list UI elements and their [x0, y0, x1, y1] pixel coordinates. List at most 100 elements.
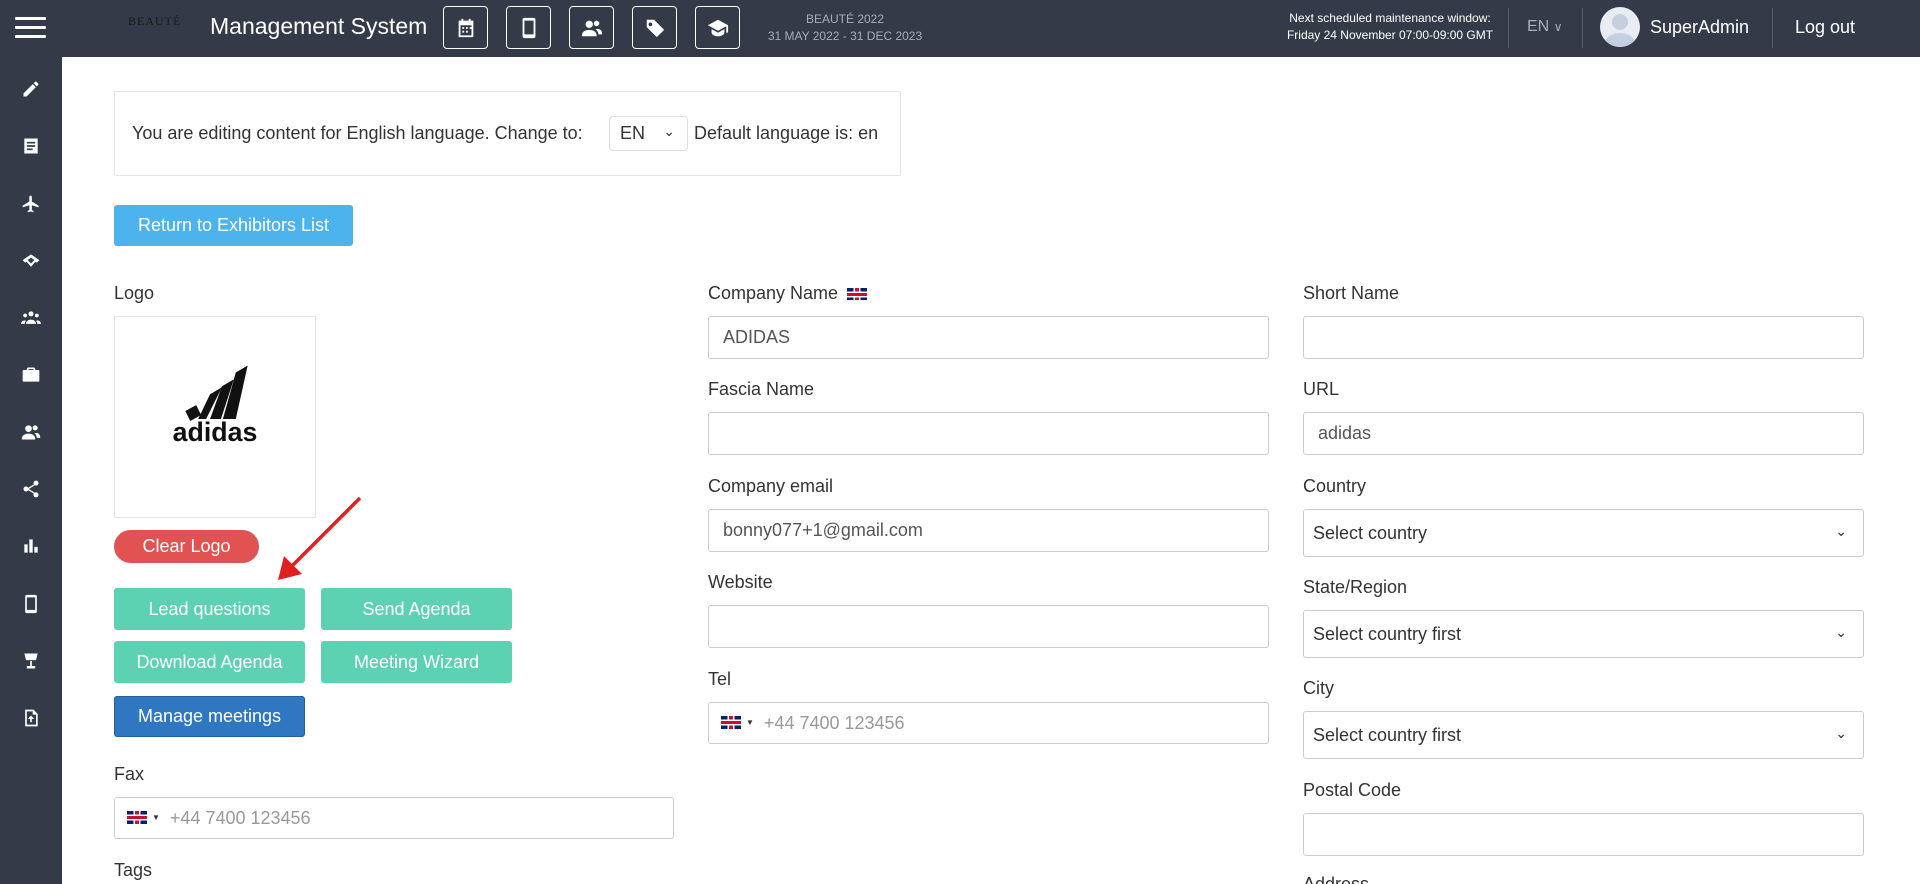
short-name-label: Short Name — [1303, 283, 1400, 303]
country-code-dropdown[interactable]: ▼ — [721, 716, 754, 729]
education-button[interactable] — [695, 6, 740, 49]
logo-preview[interactable]: adidas — [114, 316, 316, 518]
language-selector[interactable]: EN ∨ — [1527, 18, 1562, 36]
company-name-label: Company Name — [708, 283, 868, 304]
company-email-input[interactable]: bonny077+1@gmail.com — [708, 509, 1269, 552]
send-agenda-button[interactable]: Send Agenda — [321, 588, 512, 630]
language-dropdown-value: EN — [620, 123, 646, 143]
logo-label: Logo — [114, 283, 155, 303]
mobile-icon — [522, 17, 535, 38]
fascia-name-label: Fascia Name — [708, 379, 815, 399]
state-select-value: Select country first — [1313, 624, 1462, 644]
country-label: Country — [1303, 476, 1367, 496]
company-name-input[interactable]: ADIDAS — [708, 316, 1269, 359]
language-editing-text: You are editing content for English lang… — [132, 123, 583, 143]
bar-chart-icon[interactable] — [20, 535, 42, 557]
url-label: URL — [1303, 379, 1340, 399]
postal-code-input[interactable] — [1303, 813, 1864, 856]
tel-label: Tel — [708, 669, 732, 689]
tel-input[interactable]: ▼ +44 7400 123456 — [708, 702, 1269, 744]
users-icon — [581, 20, 602, 36]
fax-label: Fax — [114, 764, 145, 784]
annotation-arrow — [278, 496, 362, 580]
maintenance-line-1: Next scheduled maintenance window: — [1289, 11, 1491, 25]
pencil-icon[interactable] — [20, 78, 42, 100]
fax-placeholder: +44 7400 123456 — [169, 808, 311, 828]
users-button[interactable] — [569, 6, 614, 49]
language-dropdown[interactable]: EN ⌄ — [609, 116, 688, 151]
fascia-name-input[interactable] — [708, 412, 1269, 455]
manage-meetings-button[interactable]: Manage meetings — [114, 696, 305, 737]
postal-code-label: Postal Code — [1303, 780, 1402, 800]
website-input[interactable] — [708, 605, 1269, 648]
tag-button[interactable] — [632, 6, 677, 49]
user-name[interactable]: SuperAdmin — [1650, 17, 1749, 38]
chevron-down-icon: ⌄ — [1835, 624, 1847, 640]
mobile-icon[interactable] — [20, 593, 42, 615]
tel-placeholder: +44 7400 123456 — [763, 713, 905, 733]
maintenance-line-2: Friday 24 November 07:00-09:00 GMT — [1286, 28, 1494, 42]
chevron-down-icon: ⌄ — [663, 123, 675, 139]
graduation-cap-icon — [707, 19, 728, 36]
country-code-dropdown[interactable]: ▼ — [127, 811, 160, 824]
clear-logo-button[interactable]: Clear Logo — [114, 530, 259, 563]
users-icon[interactable] — [20, 421, 42, 443]
event-name: BEAUTÉ 2022 — [805, 12, 885, 26]
plane-icon[interactable] — [20, 193, 42, 215]
return-to-exhibitors-button[interactable]: Return to Exhibitors List — [114, 205, 353, 246]
mobile-button[interactable] — [506, 6, 551, 49]
state-select[interactable]: Select country first ⌄ — [1303, 610, 1864, 658]
maintenance-notice: Next scheduled maintenance window: Frida… — [1270, 10, 1510, 44]
file-upload-icon[interactable] — [20, 707, 42, 729]
language-label: EN — [1527, 18, 1550, 35]
divider — [1508, 8, 1509, 48]
list-icon[interactable] — [20, 135, 42, 157]
caret-down-icon: ▼ — [746, 718, 754, 727]
language-editing-panel: You are editing content for English lang… — [114, 91, 901, 176]
uk-flag-icon — [847, 288, 868, 301]
event-info: BEAUTÉ 2022 31 MAY 2022 - 31 DEC 2023 — [760, 11, 930, 45]
url-input[interactable]: adidas — [1303, 412, 1864, 455]
tag-icon — [645, 19, 664, 37]
uk-flag-icon — [127, 811, 147, 824]
default-language-text: Default language is: en — [694, 123, 879, 143]
state-label: State/Region — [1303, 577, 1408, 597]
country-select[interactable]: Select country ⌄ — [1303, 509, 1864, 557]
meeting-wizard-button[interactable]: Meeting Wizard — [321, 641, 512, 683]
caret-down-icon: ▼ — [152, 813, 160, 822]
handshake-icon[interactable] — [20, 250, 42, 272]
company-name-label-text: Company Name — [708, 283, 839, 303]
website-label: Website — [708, 572, 773, 592]
uk-flag-icon — [721, 716, 741, 729]
top-bar: BEAUTÉ Management System BEAUTÉ 2022 31 … — [0, 0, 1920, 57]
short-name-input[interactable] — [1303, 316, 1864, 359]
chevron-down-icon: ⌄ — [1835, 523, 1847, 539]
hamburger-menu-icon[interactable] — [15, 17, 46, 39]
country-select-value: Select country — [1313, 523, 1428, 543]
booth-icon[interactable] — [20, 650, 42, 672]
avatar[interactable] — [1600, 7, 1640, 47]
sidebar — [0, 57, 62, 884]
event-dates: 31 MAY 2022 - 31 DEC 2023 — [767, 29, 923, 43]
company-email-label: Company email — [708, 476, 834, 496]
group-icon[interactable] — [20, 307, 42, 329]
briefcase-icon[interactable] — [20, 364, 42, 386]
calendar-button[interactable] — [443, 6, 488, 49]
divider — [1582, 8, 1583, 48]
city-select[interactable]: Select country first ⌄ — [1303, 711, 1864, 759]
app-title: Management System — [210, 13, 428, 39]
logout-link[interactable]: Log out — [1795, 17, 1855, 38]
adidas-logo: adidas — [173, 365, 258, 447]
chevron-down-icon: ⌄ — [1835, 725, 1847, 741]
chevron-down-icon: ∨ — [1553, 20, 1563, 34]
lead-questions-button[interactable]: Lead questions — [114, 588, 305, 630]
calendar-icon — [458, 18, 473, 37]
svg-text:adidas: adidas — [173, 417, 258, 447]
city-label: City — [1303, 678, 1334, 698]
city-select-value: Select country first — [1313, 725, 1462, 745]
divider — [1772, 8, 1773, 48]
brand-logo[interactable]: BEAUTÉ — [128, 14, 181, 29]
download-agenda-button[interactable]: Download Agenda — [114, 641, 305, 683]
share-icon[interactable] — [20, 478, 42, 500]
fax-input[interactable]: ▼ +44 7400 123456 — [114, 797, 674, 839]
